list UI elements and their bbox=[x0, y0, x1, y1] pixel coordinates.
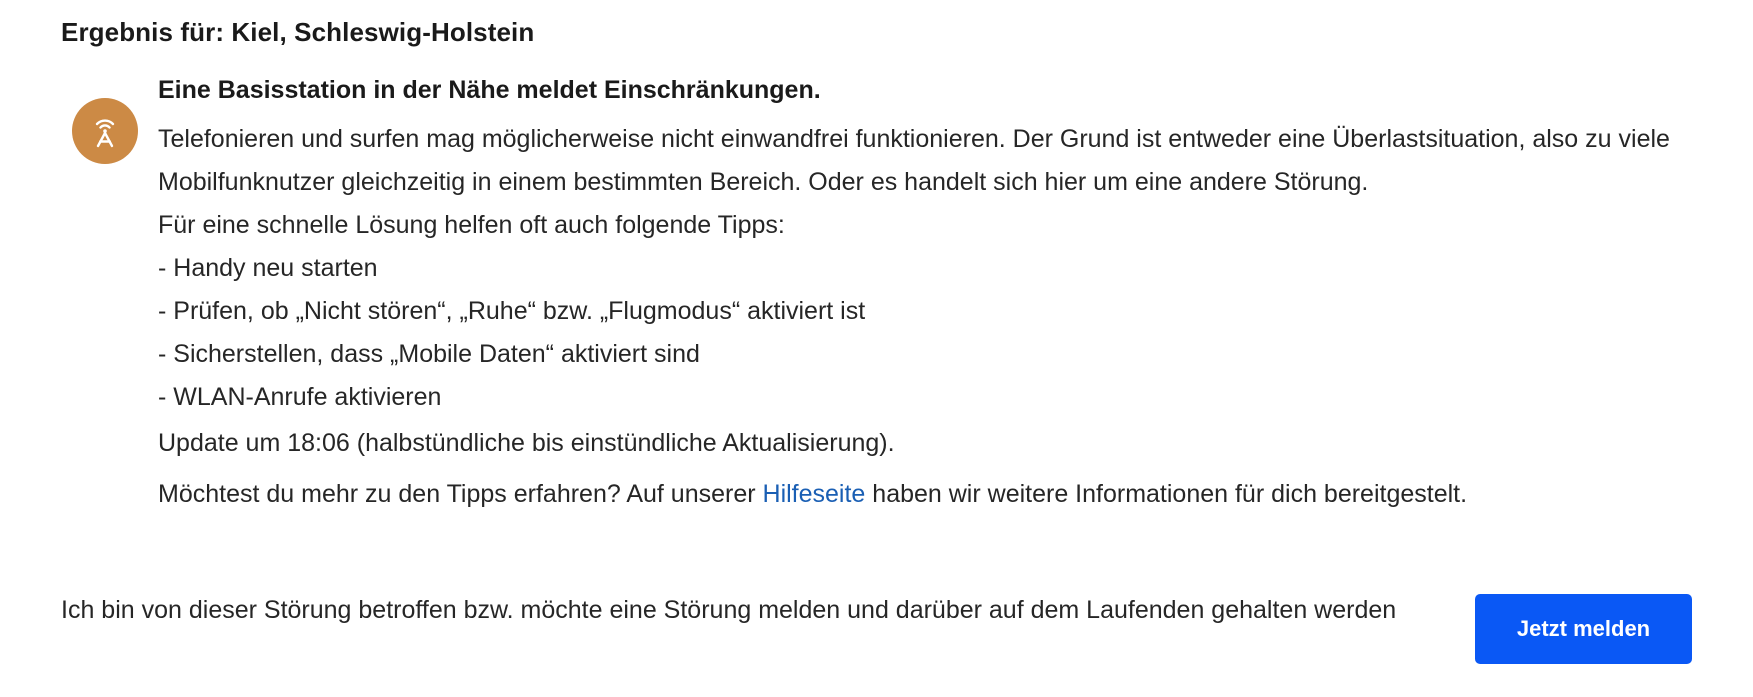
cell-tower-icon bbox=[72, 98, 138, 164]
tip-item: - WLAN-Anrufe aktivieren bbox=[158, 383, 442, 411]
update-timestamp: Update um 18:06 (halbstündliche bis eins… bbox=[158, 429, 895, 457]
status-description: Telefonieren und surfen mag möglicherwei… bbox=[158, 125, 1670, 196]
tip-item: - Sicherstellen, dass „Mobile Daten“ akt… bbox=[158, 340, 700, 368]
status-headline: Eine Basisstation in der Nähe meldet Ein… bbox=[158, 76, 821, 104]
status-message: Eine Basisstation in der Nähe meldet Ein… bbox=[158, 72, 1678, 516]
help-page-link[interactable]: Hilfeseite bbox=[763, 480, 866, 508]
help-text: Möchtest du mehr zu den Tipps erfahren? … bbox=[158, 473, 1678, 516]
help-text-prefix: Möchtest du mehr zu den Tipps erfahren? … bbox=[158, 480, 763, 508]
tip-item: - Handy neu starten bbox=[158, 254, 378, 282]
tips-intro: Für eine schnelle Lösung helfen oft auch… bbox=[158, 211, 785, 239]
tip-item: - Prüfen, ob „Nicht stören“, „Ruhe“ bzw.… bbox=[158, 297, 866, 325]
outage-result-panel: Ergebnis für: Kiel, Schleswig-Holstein E… bbox=[0, 0, 1753, 697]
report-now-button[interactable]: Jetzt melden bbox=[1475, 594, 1692, 664]
report-description: Ich bin von dieser Störung betroffen bzw… bbox=[61, 596, 1397, 624]
help-text-suffix: haben wir weitere Informationen für dich… bbox=[865, 480, 1468, 508]
tips-list: - Handy neu starten - Prüfen, ob „Nicht … bbox=[158, 247, 1678, 419]
result-title: Ergebnis für: Kiel, Schleswig-Holstein bbox=[61, 17, 535, 47]
